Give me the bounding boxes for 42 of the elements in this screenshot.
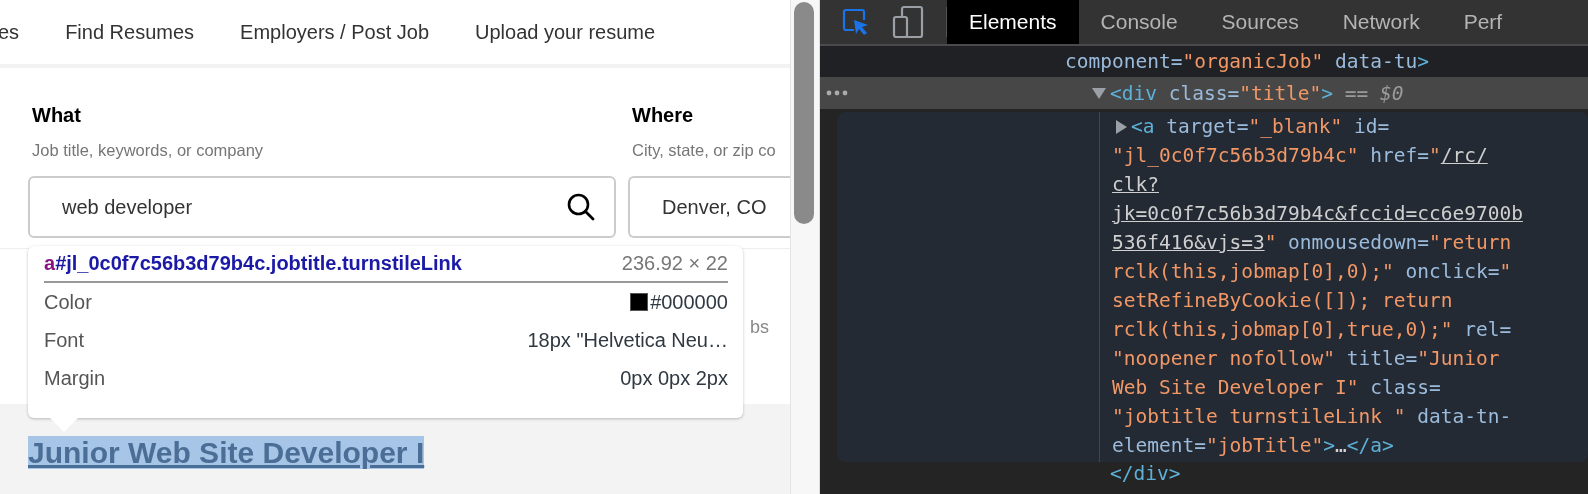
field-hint: Job title, keywords, or company <box>32 141 265 160</box>
code-line: "jobtitle turnstileLink " data-tn- <box>1112 404 1512 430</box>
devtools-tab[interactable]: Elements <box>947 0 1079 44</box>
nav-link[interactable]: Find Resumes <box>65 20 195 44</box>
field-label: Where <box>632 104 695 127</box>
field-hint: City, state, or zip co <box>632 141 777 160</box>
device-icon[interactable] <box>892 5 924 39</box>
devtools-tab[interactable]: Sources <box>1199 0 1321 44</box>
devtools-tab[interactable]: Network <box>1320 0 1442 44</box>
inspect-icon[interactable] <box>842 8 870 36</box>
search-icon[interactable] <box>566 192 596 222</box>
code-line: clk? <box>1112 172 1159 198</box>
property-name: Color <box>44 290 92 314</box>
code-line: setRefineByCookie([]); return <box>1112 288 1453 314</box>
property-value: 18px "Helvetica Neu… <box>527 328 728 352</box>
code-line: "noopener nofollow" title="Junior <box>1112 346 1500 372</box>
element-selector: a#jl_0c0f7c56b3d79b4c.jobtitle.turnstileLink <box>44 252 462 275</box>
nav-link[interactable]: Employers / Post Job <box>240 20 430 44</box>
what-input-field[interactable]: web developer <box>28 176 616 238</box>
nav-link[interactable]: Upload your resume <box>475 20 656 44</box>
scrollbar-thumb[interactable] <box>794 2 814 224</box>
expand-toggle[interactable] <box>1116 119 1127 134</box>
code-line: element="jobTitle">…</a> <box>1112 433 1394 459</box>
field-label: What <box>32 104 82 127</box>
code-line: <a target="_blank" id= <box>1131 114 1390 140</box>
code-line: rclk(this,jobmap[0],true,0);" rel= <box>1112 317 1512 343</box>
code-line: jk=0c0f7c56b3d79b4c&fccid=cc6e9700b <box>1112 201 1523 227</box>
code-line: Web Site Developer I" class= <box>1112 375 1441 401</box>
devtools-tab[interactable]: Perf <box>1441 0 1525 44</box>
expand-toggle[interactable] <box>1092 87 1106 99</box>
code-line: 536f416&vjs=3" onmousedown="return <box>1112 230 1512 256</box>
element-size: 236.92 × 22 <box>621 252 728 275</box>
code-line: "jl_0c0f7c56b3d79b4c" href="/rc/ <box>1112 143 1488 169</box>
code-line: </div> <box>1109 462 1182 486</box>
more-icon[interactable] <box>826 90 848 96</box>
results-text: bs <box>750 317 769 338</box>
property-value: 0px 0px 2px <box>620 366 728 390</box>
devtools-tab[interactable]: Console <box>1078 0 1200 44</box>
property-name: Margin <box>44 366 106 390</box>
code-line: rclk(this,jobmap[0],0);" onclick=" <box>1112 259 1512 285</box>
property-name: Font <box>44 328 85 352</box>
property-value: #000000 <box>650 290 728 314</box>
